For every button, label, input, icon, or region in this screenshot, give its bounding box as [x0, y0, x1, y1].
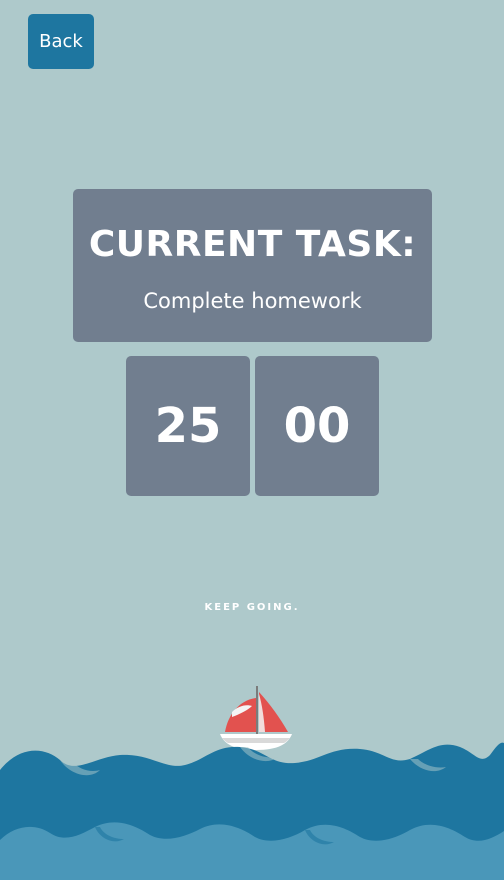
- ocean-waves-icon: [0, 742, 504, 880]
- current-task-heading: CURRENT TASK:: [88, 224, 417, 265]
- back-button[interactable]: Back: [28, 14, 94, 69]
- timer-minutes: 25: [126, 356, 250, 496]
- timer-seconds: 00: [255, 356, 379, 496]
- current-task-card: CURRENT TASK: Complete homework: [73, 189, 432, 342]
- current-task-name: Complete homework: [143, 289, 362, 313]
- motivational-text: KEEP GOING.: [204, 602, 300, 613]
